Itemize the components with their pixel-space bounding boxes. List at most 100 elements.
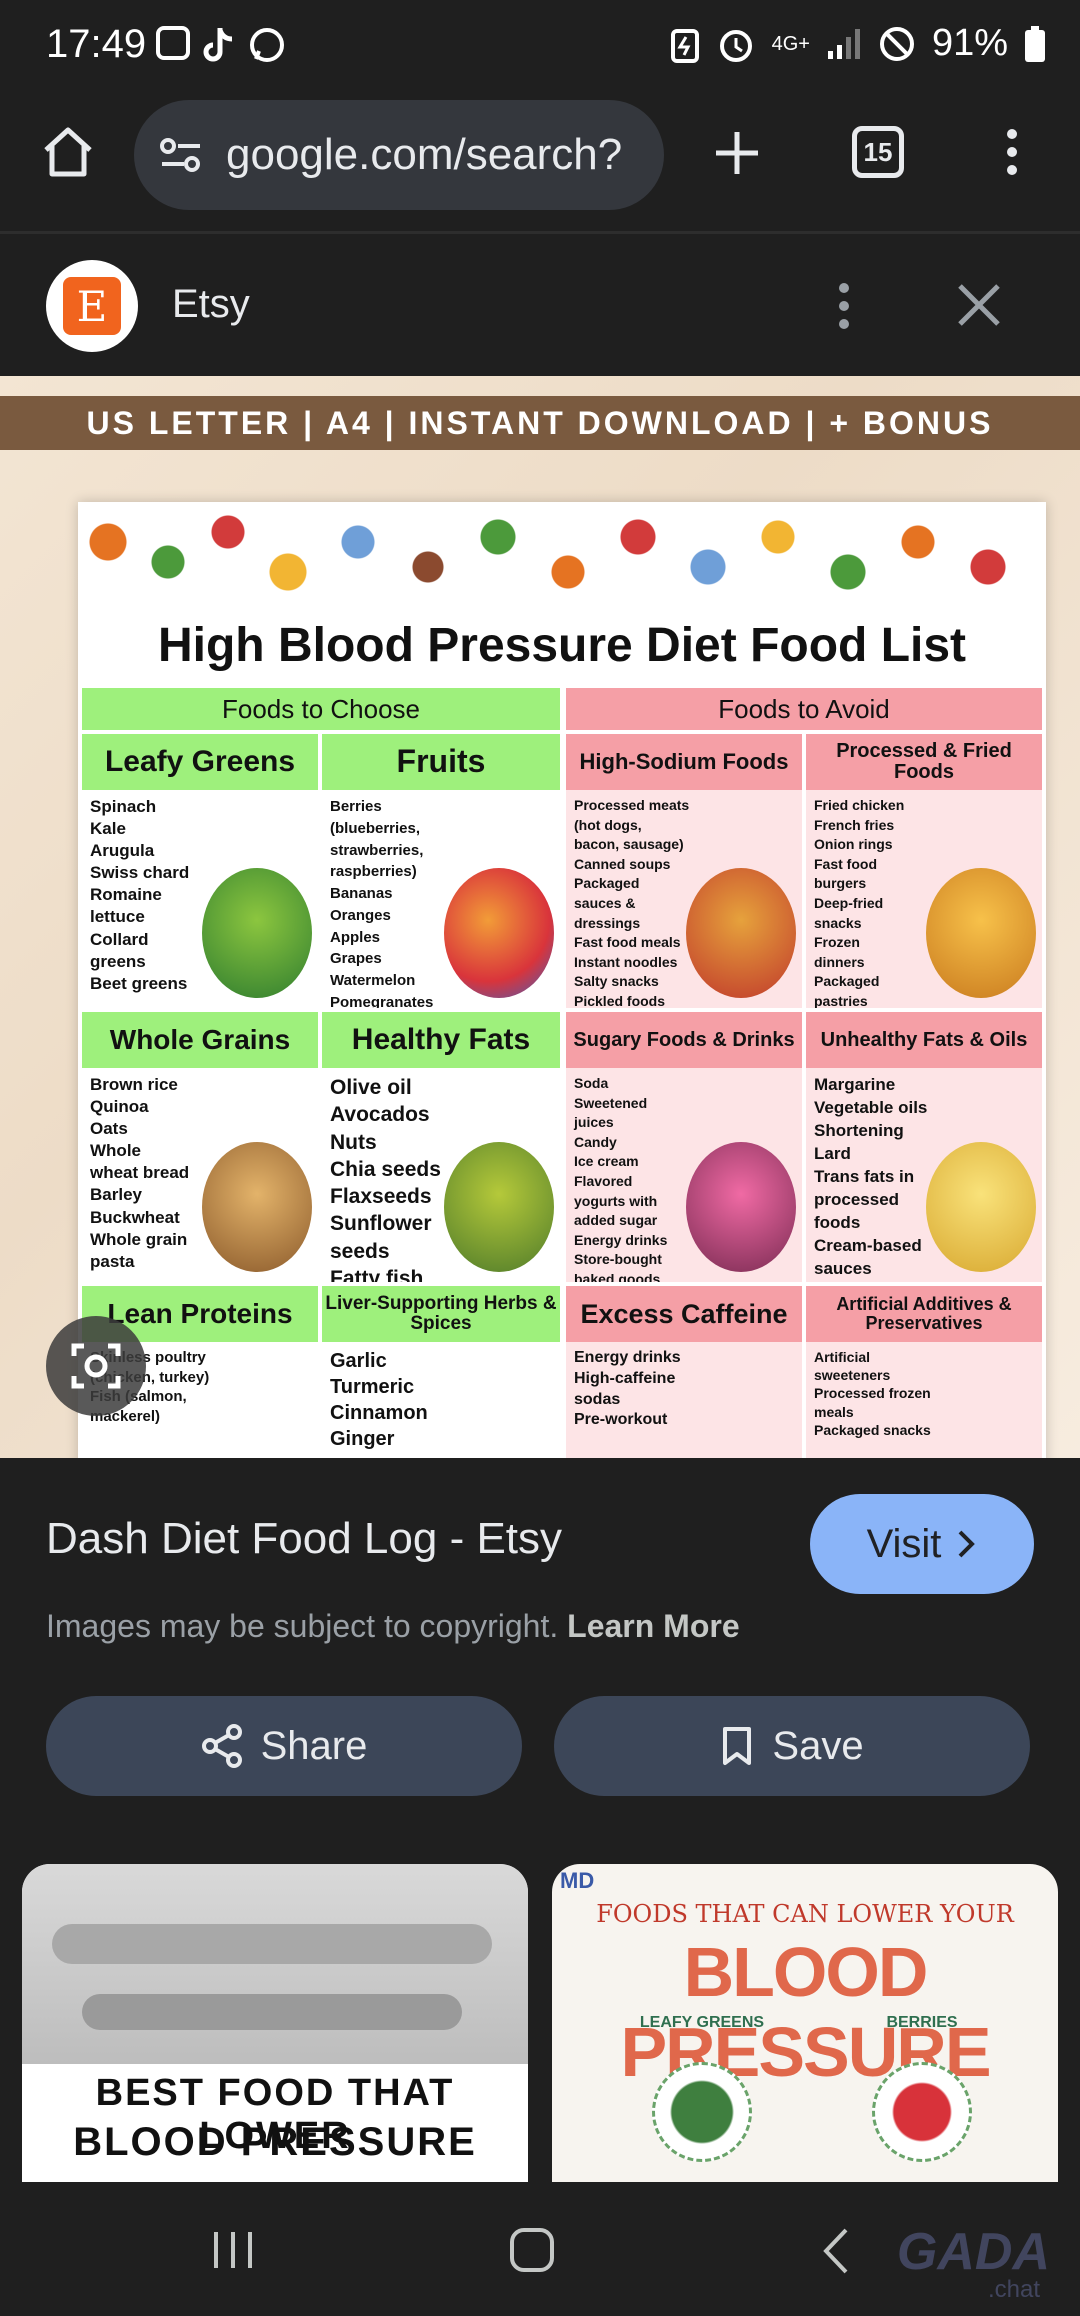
- watermark-logo: GADA: [896, 2223, 1050, 2281]
- section-leafy-greens: Leafy Greens Spinach Kale Arugula Swiss …: [82, 734, 318, 1008]
- lens-icon: [71, 1343, 121, 1389]
- section-items: Garlic Turmeric Cinnamon Ginger: [330, 1350, 428, 1450]
- section-items: Artificial sweeteners Processed frozen m…: [814, 1349, 931, 1438]
- source-header: E Etsy: [0, 236, 1080, 376]
- section-healthy-fats: Healthy Fats Olive oil Avocados Nuts Chi…: [322, 1012, 560, 1282]
- section-items: Olive oil Avocados Nuts Chia seeds Flaxs…: [330, 1076, 441, 1282]
- google-lens-button[interactable]: [46, 1316, 146, 1416]
- thumb-line-2: BLOOD PRESSURE: [73, 2120, 477, 2164]
- section-items: Processed meats (hot dogs, bacon, sausag…: [574, 797, 690, 1008]
- alarm-icon: [719, 29, 752, 62]
- home-nav-icon[interactable]: [508, 2226, 556, 2274]
- section-items: Soda Sweetened juices Candy Ice cream Fl…: [574, 1075, 668, 1282]
- source-logo: E: [46, 260, 138, 352]
- status-time: 17:49: [46, 22, 147, 66]
- section-title: Fruits: [322, 734, 560, 790]
- tab-count: 15: [863, 136, 893, 167]
- section-sugary-foods: Sugary Foods & Drinks Soda Sweetened jui…: [566, 1012, 802, 1282]
- related-image-2[interactable]: MD FOODS THAT CAN LOWER YOUR BLOOD PRESS…: [552, 1864, 1058, 2224]
- site-settings-icon[interactable]: [158, 135, 204, 175]
- section-high-sodium: High-Sodium Foods Processed meats (hot d…: [566, 734, 802, 1008]
- result-info-panel: Dash Diet Food Log - Etsy Visit Images m…: [0, 1458, 1080, 1858]
- close-icon[interactable]: [956, 282, 1002, 328]
- greens-illustration: [652, 2062, 752, 2162]
- etsy-logo-icon: E: [63, 277, 121, 335]
- gallery-icon: [156, 26, 190, 60]
- learn-more-link[interactable]: Learn More: [567, 1608, 739, 1644]
- preview-banner: US LETTER | A4 | INSTANT DOWNLOAD | + BO…: [0, 396, 1080, 450]
- share-button[interactable]: Share: [46, 1696, 522, 1796]
- section-title: Liver-Supporting Herbs & Spices: [322, 1286, 560, 1342]
- food-illustration-strip: [78, 502, 1046, 602]
- section-title: Unhealthy Fats & Oils: [806, 1012, 1042, 1068]
- section-title: Artificial Additives & Preservatives: [806, 1286, 1042, 1342]
- tiktok-icon: [203, 28, 233, 62]
- related-image-1[interactable]: BEST FOOD THAT LOWER BLOOD PRESSURE: [22, 1864, 528, 2224]
- healthy-fats-image: [444, 1142, 554, 1272]
- section-title: Excess Caffeine: [566, 1286, 802, 1342]
- status-bar: 17:49 4G+ 91%: [0, 0, 1080, 92]
- visit-button[interactable]: Visit: [810, 1494, 1034, 1594]
- section-items: Fried chicken French fries Onion rings F…: [814, 797, 905, 1008]
- source-name: Etsy: [172, 282, 250, 326]
- sodium-foods-image: [686, 868, 796, 998]
- sheet-title: High Blood Pressure Diet Food List: [157, 619, 967, 672]
- berries-illustration: [872, 2062, 972, 2162]
- foods-to-choose-header: Foods to Choose: [82, 688, 560, 730]
- grains-image: [202, 1142, 312, 1272]
- home-icon[interactable]: [40, 124, 96, 180]
- section-processed-fried: Processed & Fried Foods Fried chicken Fr…: [806, 734, 1042, 1008]
- unhealthy-fats-image: [926, 1142, 1036, 1272]
- foods-to-avoid-header: Foods to Avoid: [566, 688, 1042, 730]
- image-preview[interactable]: US LETTER | A4 | INSTANT DOWNLOAD | + BO…: [0, 376, 1080, 1458]
- sugary-foods-image: [686, 1142, 796, 1272]
- food-list-sheet: High Blood Pressure Diet Food List Foods…: [78, 502, 1046, 1458]
- save-label: Save: [772, 1723, 864, 1768]
- section-title: Processed & Fried Foods: [806, 734, 1042, 790]
- back-icon[interactable]: [820, 2226, 852, 2276]
- new-tab-icon[interactable]: [712, 128, 762, 178]
- chevron-right-icon: [959, 1530, 976, 1558]
- visit-label: Visit: [866, 1521, 942, 1566]
- save-button[interactable]: Save: [554, 1696, 1030, 1796]
- bookmark-icon: [723, 1727, 752, 1765]
- network-type: 4G+: [771, 32, 810, 55]
- fried-foods-image: [926, 868, 1036, 998]
- section-herbs-spices: Liver-Supporting Herbs & Spices Garlic T…: [322, 1286, 560, 1458]
- do-not-disturb-icon: [879, 26, 914, 61]
- result-title[interactable]: Dash Diet Food Log - Etsy: [46, 1514, 562, 1564]
- section-title: Leafy Greens: [82, 734, 318, 790]
- section-title: High-Sodium Foods: [566, 734, 802, 790]
- section-whole-grains: Whole Grains Brown rice Quinoa Oats Whol…: [82, 1012, 318, 1282]
- greens-image: [202, 868, 312, 998]
- blurred-content: [22, 1864, 528, 2064]
- url-bar[interactable]: google.com/search?: [134, 100, 664, 210]
- section-title: Sugary Foods & Drinks: [566, 1012, 802, 1068]
- battery-percent: 91%: [931, 22, 1008, 64]
- browser-toolbar: google.com/search? 15: [0, 92, 1080, 234]
- section-items: Brown rice Quinoa Oats Whole wheat bread…: [90, 1075, 190, 1271]
- screen: 17:49 4G+ 91% google.com/search? 15 E Et…: [0, 0, 1080, 2316]
- thumb-line-1: FOODS THAT CAN LOWER YOUR: [596, 1900, 1014, 1928]
- section-title: Healthy Fats: [322, 1012, 560, 1068]
- more-vert-icon[interactable]: [998, 126, 1026, 178]
- thumb-line-2: BLOOD PRESSURE: [620, 1933, 991, 2091]
- signal-icon: [827, 28, 860, 59]
- recents-icon[interactable]: [210, 2228, 256, 2272]
- system-nav-bar: GADA .chat: [0, 2182, 1080, 2316]
- share-label: Share: [260, 1723, 368, 1768]
- copyright-text: Images may be subject to copyright.: [46, 1608, 559, 1644]
- section-excess-caffeine: Excess Caffeine Energy drinks High-caffe…: [566, 1286, 802, 1458]
- section-items: Spinach Kale Arugula Swiss chard Romaine…: [90, 797, 190, 993]
- fruits-image: [444, 868, 554, 998]
- watermark-sub: .chat: [987, 2276, 1040, 2303]
- share-icon: [201, 1724, 242, 1768]
- source-more-icon[interactable]: [830, 280, 858, 332]
- copyright-notice: Images may be subject to copyright. Lear…: [46, 1608, 740, 1645]
- url-text: google.com/search?: [226, 130, 623, 179]
- section-items: Energy drinks High-caffeine sodas Pre-wo…: [574, 1349, 681, 1429]
- section-items: Berries (blueberries, strawberries, rasp…: [330, 798, 434, 1008]
- thumb-col-2: BERRIES: [886, 2014, 958, 2031]
- tab-switcher-button[interactable]: 15: [852, 126, 904, 178]
- section-items: Margarine Vegetable oils Shortening Lard…: [814, 1075, 928, 1282]
